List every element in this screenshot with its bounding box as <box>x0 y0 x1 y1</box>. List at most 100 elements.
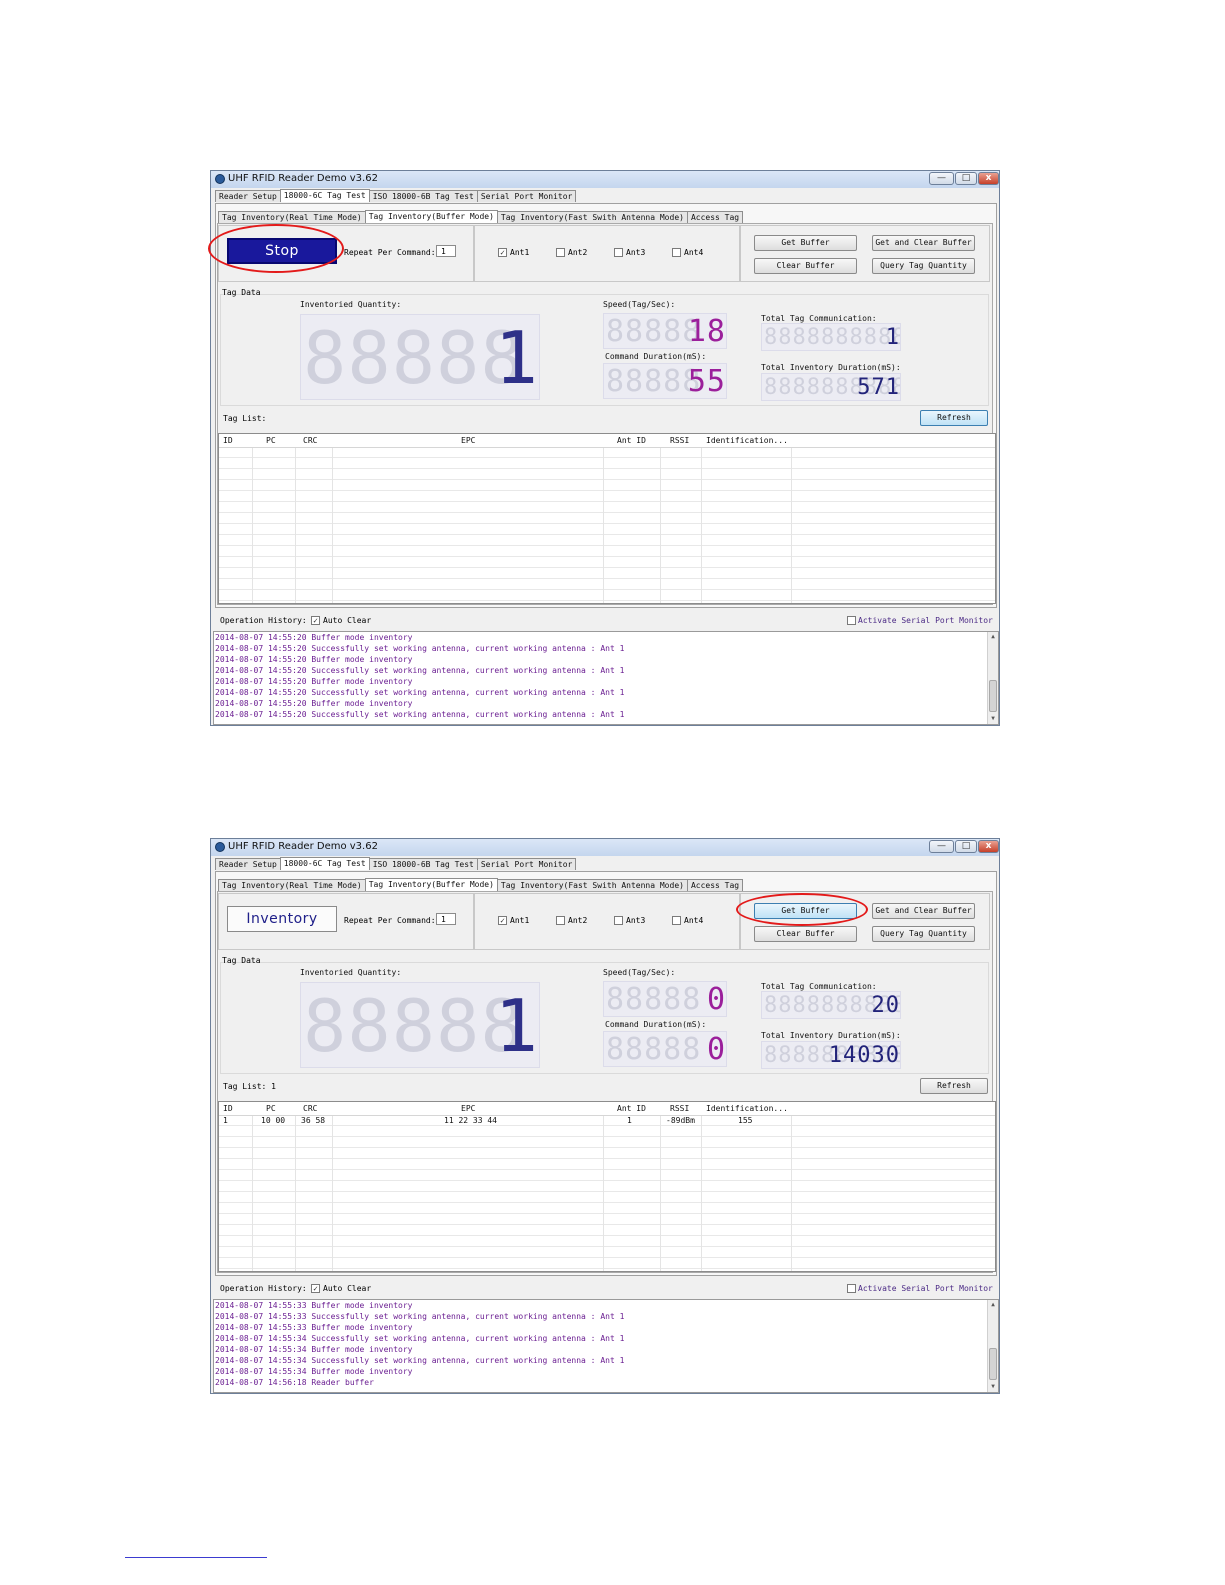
inventoried-quantity-display: 88888 1 <box>300 982 540 1068</box>
tab-iso-18000-6b[interactable]: ISO 18000-6B Tag Test <box>368 190 478 202</box>
log-line: 2014-08-07 14:55:20 Successfully set wor… <box>215 688 625 697</box>
col-header-id[interactable]: ID <box>223 1102 233 1115</box>
activate-serial-monitor-checkbox[interactable] <box>847 616 856 625</box>
window-titlebar[interactable]: UHF RFID Reader Demo v3.62 — □ x <box>211 171 999 188</box>
col-header-crc[interactable]: CRC <box>303 1102 317 1115</box>
col-header-pc[interactable]: PC <box>266 1102 276 1115</box>
col-header-id[interactable]: ID <box>223 434 233 447</box>
operation-history-log[interactable]: 2014-08-07 14:55:33 Buffer mode inventor… <box>213 1299 999 1393</box>
close-button[interactable]: x <box>978 840 999 853</box>
close-button[interactable]: x <box>978 172 999 185</box>
tab-access-tag[interactable]: Access Tag <box>686 879 744 891</box>
scroll-down-arrow-icon[interactable]: ▼ <box>988 1382 998 1392</box>
col-divider <box>701 434 702 603</box>
maximize-button[interactable]: □ <box>955 172 977 185</box>
col-header-epc[interactable]: EPC <box>461 434 475 447</box>
log-scrollbar[interactable]: ▲ ▼ <box>987 1300 998 1392</box>
tab-real-time-mode[interactable]: Tag Inventory(Real Time Mode) <box>218 879 366 891</box>
tab-reader-setup[interactable]: Reader Setup <box>215 190 281 202</box>
command-duration-display: 88888 55 <box>603 363 727 399</box>
ant3-checkbox[interactable] <box>614 916 623 925</box>
speed-value: 0 <box>706 982 726 1017</box>
tab-serial-port-monitor[interactable]: Serial Port Monitor <box>476 858 577 870</box>
tab-18000-6c[interactable]: 18000-6C Tag Test <box>279 189 370 202</box>
col-header-ant-id[interactable]: Ant ID <box>617 434 646 447</box>
speed-label: Speed(Tag/Sec): <box>603 968 676 977</box>
total-inventory-duration-value: 14030 <box>828 1043 900 1068</box>
col-header-identification[interactable]: Identification... <box>706 434 788 447</box>
scroll-down-arrow-icon[interactable]: ▼ <box>988 714 998 724</box>
maximize-button[interactable]: □ <box>955 840 977 853</box>
command-duration-value: 55 <box>687 364 726 399</box>
col-header-epc[interactable]: EPC <box>461 1102 475 1115</box>
col-divider <box>791 434 792 603</box>
tab-fast-switch-antenna[interactable]: Tag Inventory(Fast Swith Antenna Mode) <box>496 211 688 223</box>
col-header-rssi[interactable]: RSSI <box>670 1102 689 1115</box>
window-titlebar[interactable]: UHF RFID Reader Demo v3.62 — □ x <box>211 839 999 856</box>
ant2-checkbox[interactable] <box>556 248 565 257</box>
table-row[interactable]: 1 10 00 36 58 11 22 33 44 1 -89dBm 155 <box>219 1115 995 1126</box>
col-divider <box>603 1102 604 1271</box>
tag-data-label: Tag Data <box>222 956 261 965</box>
col-header-identification[interactable]: Identification... <box>706 1102 788 1115</box>
tab-18000-6c[interactable]: 18000-6C Tag Test <box>279 857 370 870</box>
scroll-thumb[interactable] <box>989 1348 997 1380</box>
scroll-up-arrow-icon[interactable]: ▲ <box>988 1300 998 1310</box>
ant2-checkbox[interactable] <box>556 916 565 925</box>
log-line: 2014-08-07 14:55:20 Successfully set wor… <box>215 710 625 719</box>
auto-clear-checkbox[interactable]: ✓ <box>311 616 320 625</box>
tab-access-tag[interactable]: Access Tag <box>686 211 744 223</box>
query-tag-quantity-button[interactable]: Query Tag Quantity <box>872 258 975 274</box>
operation-history-log[interactable]: 2014-08-07 14:55:20 Buffer mode inventor… <box>213 631 999 725</box>
ant1-label: Ant1 <box>510 916 530 925</box>
refresh-button[interactable]: Refresh <box>920 410 988 426</box>
tab-fast-switch-antenna[interactable]: Tag Inventory(Fast Swith Antenna Mode) <box>496 879 688 891</box>
tab-iso-18000-6b[interactable]: ISO 18000-6B Tag Test <box>368 858 478 870</box>
tag-list-label: Tag List: 1 <box>223 1082 276 1091</box>
col-divider <box>603 434 604 603</box>
inventory-button[interactable]: Inventory <box>227 906 337 932</box>
get-and-clear-buffer-button[interactable]: Get and Clear Buffer <box>872 903 975 919</box>
auto-clear-label: Auto Clear <box>323 616 372 625</box>
scroll-up-arrow-icon[interactable]: ▲ <box>988 632 998 642</box>
minimize-button[interactable]: — <box>929 840 954 853</box>
get-buffer-button[interactable]: Get Buffer <box>754 235 857 251</box>
clear-buffer-button[interactable]: Clear Buffer <box>754 926 857 942</box>
get-and-clear-buffer-button[interactable]: Get and Clear Buffer <box>872 235 975 251</box>
col-divider <box>332 434 333 603</box>
tab-reader-setup[interactable]: Reader Setup <box>215 858 281 870</box>
log-scrollbar[interactable]: ▲ ▼ <box>987 632 998 724</box>
repeat-per-command-input[interactable]: 1 <box>436 913 456 925</box>
ant3-label: Ant3 <box>626 248 646 257</box>
tab-serial-port-monitor[interactable]: Serial Port Monitor <box>476 190 577 202</box>
table-grid <box>219 447 995 603</box>
cell-ant-id: 1 <box>627 1116 632 1125</box>
col-header-crc[interactable]: CRC <box>303 434 317 447</box>
speed-display: 88888 0 <box>603 981 727 1017</box>
activate-serial-monitor-checkbox[interactable] <box>847 1284 856 1293</box>
tab-buffer-mode[interactable]: Tag Inventory(Buffer Mode) <box>364 210 498 223</box>
footnote-rule <box>125 1557 267 1558</box>
highlight-ellipse-get-buffer <box>736 893 868 926</box>
col-divider <box>791 1102 792 1271</box>
ant1-checkbox[interactable]: ✓ <box>498 248 507 257</box>
refresh-button[interactable]: Refresh <box>920 1078 988 1094</box>
ant2-label: Ant2 <box>568 248 588 257</box>
ant4-checkbox[interactable] <box>672 916 681 925</box>
col-header-rssi[interactable]: RSSI <box>670 434 689 447</box>
ant4-checkbox[interactable] <box>672 248 681 257</box>
col-header-pc[interactable]: PC <box>266 434 276 447</box>
tag-list-table[interactable]: ID PC CRC EPC Ant ID RSSI Identification… <box>218 433 996 604</box>
ant1-checkbox[interactable]: ✓ <box>498 916 507 925</box>
query-tag-quantity-button[interactable]: Query Tag Quantity <box>872 926 975 942</box>
tab-buffer-mode[interactable]: Tag Inventory(Buffer Mode) <box>364 878 498 891</box>
auto-clear-checkbox[interactable]: ✓ <box>311 1284 320 1293</box>
tab-real-time-mode[interactable]: Tag Inventory(Real Time Mode) <box>218 211 366 223</box>
clear-buffer-button[interactable]: Clear Buffer <box>754 258 857 274</box>
minimize-button[interactable]: — <box>929 172 954 185</box>
tag-list-table[interactable]: ID PC CRC EPC Ant ID RSSI Identification… <box>218 1101 996 1272</box>
col-header-ant-id[interactable]: Ant ID <box>617 1102 646 1115</box>
ant3-checkbox[interactable] <box>614 248 623 257</box>
scroll-thumb[interactable] <box>989 680 997 712</box>
repeat-per-command-input[interactable]: 1 <box>436 245 456 257</box>
